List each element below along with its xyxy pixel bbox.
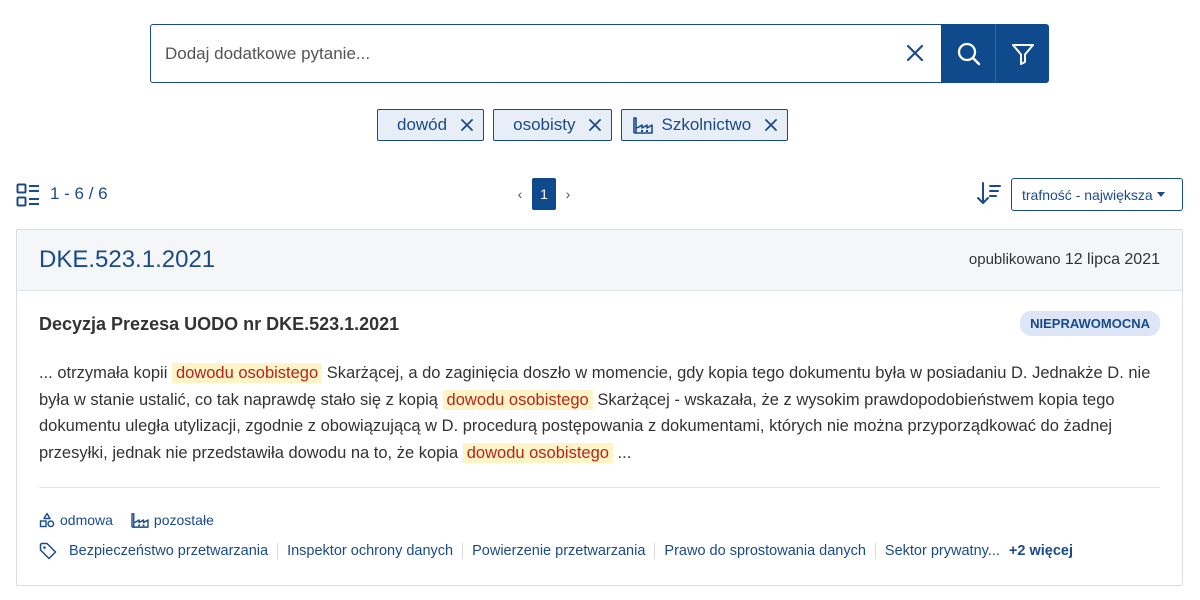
document-excerpt: ... otrzymała kopii dowodu osobistego Sk… xyxy=(39,360,1164,466)
sort-dropdown[interactable]: trafność - największa xyxy=(1011,178,1183,211)
published-prefix: opublikowano xyxy=(968,251,1061,268)
document-id-link[interactable]: DKE.523.1.2021 xyxy=(39,246,215,274)
excerpt-text: ... xyxy=(612,443,632,462)
pagination: ‹ 1 › xyxy=(508,178,580,210)
filter-chip: Szkolnictwo xyxy=(621,109,789,141)
excerpt-highlight: dowodu osobistego xyxy=(442,389,593,410)
meta-outcome[interactable]: odmowa xyxy=(39,512,113,528)
tag-link[interactable]: Inspektor ochrony danych xyxy=(278,543,464,559)
tag-link[interactable]: Powierzenie przetwarzania xyxy=(463,543,656,559)
sort-label: trafność - największa xyxy=(1022,186,1153,203)
remove-chip-button[interactable] xyxy=(765,119,778,131)
search-icon xyxy=(957,42,980,65)
search-bar xyxy=(150,24,1049,83)
chip-label: osobisty xyxy=(513,115,576,134)
more-tags-button[interactable]: +2 więcej xyxy=(1009,543,1073,559)
factory-icon xyxy=(131,513,149,528)
excerpt-text: ... otrzymała kopii xyxy=(39,364,172,382)
tag-list: Bezpieczeństwo przetwarzania Inspektor o… xyxy=(39,542,1073,560)
remove-chip-button[interactable] xyxy=(461,119,474,131)
status-badge: NIEPRAWOMOCNA xyxy=(1020,311,1160,336)
list-view-icon[interactable] xyxy=(16,183,40,212)
chip-label: dowód xyxy=(397,115,448,134)
divider xyxy=(39,487,1160,488)
tag-icon xyxy=(39,542,57,560)
search-button[interactable] xyxy=(941,24,995,83)
filter-chip: osobisty xyxy=(493,109,613,141)
filter-icon xyxy=(1011,43,1034,65)
meta-outcome-label: odmowa xyxy=(60,512,113,528)
tag-link[interactable]: Bezpieczeństwo przetwarzania xyxy=(65,543,279,559)
clear-search-button[interactable] xyxy=(900,38,930,68)
meta-sector-label: pozostałe xyxy=(153,512,214,528)
close-icon xyxy=(765,119,778,131)
document-meta: odmowa pozostałe xyxy=(39,512,214,528)
result-card: DKE.523.1.2021 opublikowano 12 lipca 202… xyxy=(16,229,1183,586)
prev-page-button[interactable]: ‹ xyxy=(508,186,532,202)
current-page-button[interactable]: 1 xyxy=(532,178,556,210)
close-icon xyxy=(906,44,924,62)
factory-icon xyxy=(633,116,654,134)
results-count: 1 - 6 / 6 xyxy=(50,184,108,203)
document-title[interactable]: Decyzja Prezesa UODO nr DKE.523.1.2021 xyxy=(39,314,399,335)
meta-sector[interactable]: pozostałe xyxy=(131,512,214,528)
excerpt-highlight: dowodu osobistego xyxy=(171,363,323,383)
published-date: 12 lipca 2021 xyxy=(1064,251,1160,268)
shapes-icon xyxy=(39,512,55,528)
tag-link[interactable]: Sektor prywatny... xyxy=(876,543,1009,559)
close-icon xyxy=(461,119,474,131)
chip-label: Szkolnictwo xyxy=(661,115,752,134)
filter-button[interactable] xyxy=(995,24,1049,83)
tag-link[interactable]: Prawo do sprostowania danych xyxy=(655,543,876,559)
next-page-button[interactable]: › xyxy=(556,186,580,202)
active-filters: dowód osobisty Szkolnictwo xyxy=(377,109,789,141)
filter-chip: dowód xyxy=(377,109,485,141)
sort-descending-icon[interactable] xyxy=(976,181,1002,212)
results-toolbar: 1 - 6 / 6 ‹ 1 › trafność - największa xyxy=(16,178,1184,212)
caret-down-icon xyxy=(1156,192,1165,197)
remove-chip-button[interactable] xyxy=(589,119,602,131)
search-input[interactable] xyxy=(150,24,941,83)
close-icon xyxy=(589,119,602,131)
card-header: DKE.523.1.2021 opublikowano 12 lipca 202… xyxy=(17,230,1182,291)
excerpt-highlight: dowodu osobistego xyxy=(462,442,613,463)
published-info: opublikowano 12 lipca 2021 xyxy=(969,251,1160,269)
